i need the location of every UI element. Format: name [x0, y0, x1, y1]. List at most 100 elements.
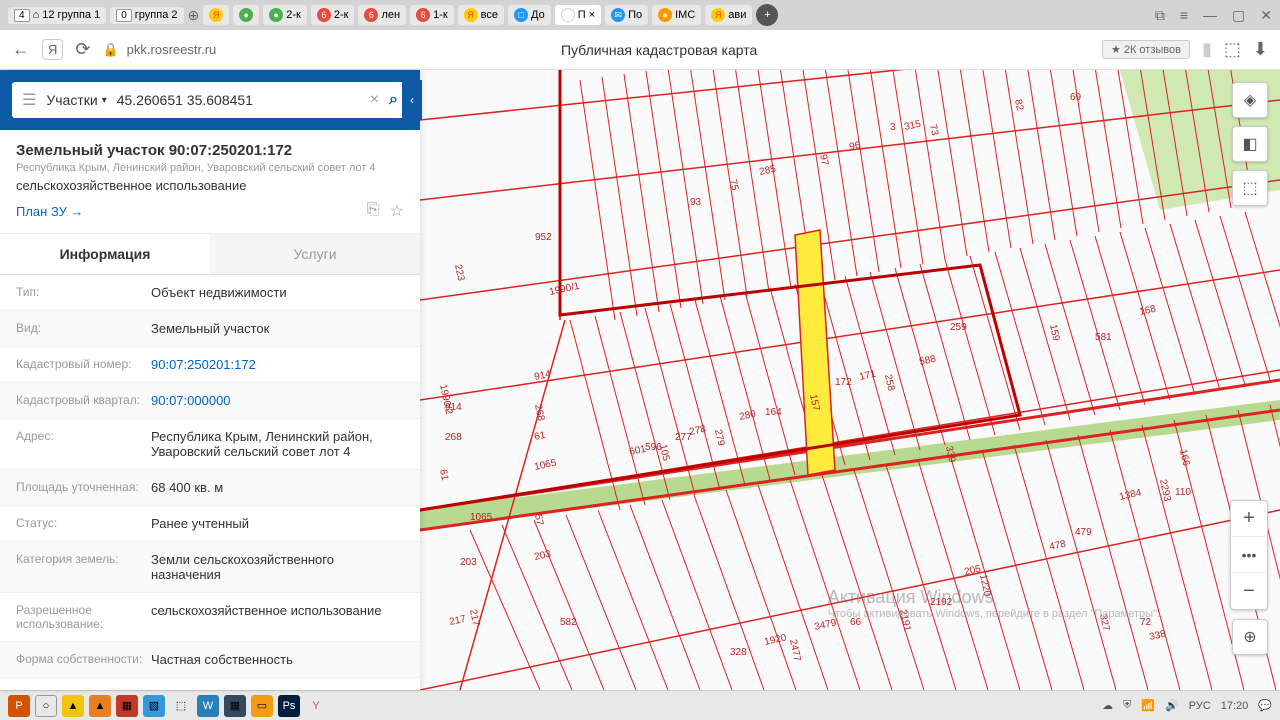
svg-text:96: 96 [848, 140, 862, 153]
svg-text:258: 258 [882, 373, 896, 392]
taskbar-app[interactable]: ▦ [224, 695, 246, 717]
maximize-icon[interactable]: ▢ [1232, 7, 1245, 24]
close-icon[interactable]: ✕ [1260, 7, 1272, 24]
erase-button[interactable]: ◧ [1232, 126, 1268, 162]
info-list[interactable]: Тип:Объект недвижимостиВид:Земельный уча… [0, 275, 420, 690]
zoom-in-button[interactable]: + [1231, 501, 1267, 537]
parcel-title: Земельный участок 90:07:250201:172 [16, 142, 404, 159]
locate-button[interactable]: ⊕ [1232, 619, 1268, 655]
info-value: Земельный участок [151, 321, 404, 336]
hamburger-icon[interactable]: ☰ [22, 90, 36, 110]
svg-text:1065: 1065 [533, 457, 557, 472]
download-icon[interactable]: ⬇ [1253, 39, 1268, 60]
info-value: Частная собственность [151, 652, 404, 667]
collapse-sidebar-button[interactable]: ‹ [402, 80, 422, 120]
back-button[interactable]: ← [12, 39, 30, 60]
taskbar-app[interactable]: ○ [35, 695, 57, 717]
svg-text:3: 3 [890, 122, 896, 133]
taskbar-app[interactable]: ▲ [89, 695, 111, 717]
svg-text:97: 97 [817, 153, 830, 167]
info-row: Кадастровая стоимость:500 688 руб. [0, 678, 420, 690]
taskbar-app[interactable]: P [8, 695, 30, 717]
browser-tab[interactable]: □До [508, 5, 551, 25]
browser-tab[interactable]: 6лен [358, 5, 406, 25]
share-icon[interactable]: ⎘ [367, 201, 380, 221]
taskbar-app[interactable]: W [197, 695, 219, 717]
taskbar-app[interactable]: ▲ [62, 695, 84, 717]
taskbar-app[interactable]: Y [305, 695, 327, 717]
tray-clock[interactable]: 17:20 [1221, 700, 1249, 712]
copy-icon[interactable]: ⧉ [1155, 7, 1165, 24]
taskbar[interactable]: P ○ ▲ ▲ ▦ ▧ ⬚ W ▦ ▭ Ps Y ☁ ⛨ 📶 🔊 РУС 17:… [0, 690, 1280, 720]
taskbar-app[interactable]: ▦ [116, 695, 138, 717]
add-tab-button[interactable]: + [756, 4, 778, 26]
taskbar-app[interactable]: ▭ [251, 695, 273, 717]
svg-text:172: 172 [835, 377, 852, 388]
tray-notifications-icon[interactable]: 💬 [1258, 699, 1272, 712]
info-value[interactable]: 90:07:250201:172 [151, 357, 404, 372]
browser-tab[interactable]: ●IMC [652, 5, 701, 25]
taskbar-app[interactable]: Ps [278, 695, 300, 717]
tray-shield-icon[interactable]: ⛨ [1123, 699, 1131, 712]
taskbar-app[interactable]: ▧ [143, 695, 165, 717]
tab-group-1[interactable]: 4 ⌂ 12 группа 1 [8, 7, 106, 24]
svg-text:82: 82 [1012, 98, 1025, 112]
yandex-home-icon[interactable]: Я [42, 39, 63, 60]
browser-tab[interactable]: Я [203, 5, 229, 25]
info-row: Адрес:Республика Крым, Ленинский район, … [0, 419, 420, 470]
info-row: Площадь уточненная:68 400 кв. м [0, 470, 420, 506]
browser-tab[interactable]: 61-к [410, 5, 454, 25]
zoom-reset-button[interactable]: ••• [1231, 537, 1267, 573]
layers-button[interactable]: ◈ [1232, 82, 1268, 118]
search-input[interactable] [117, 92, 360, 108]
info-label: Кадастровая стоимость: [16, 688, 151, 690]
tray-wifi-icon[interactable]: 📶 [1141, 699, 1155, 712]
taskbar-app[interactable]: ⬚ [170, 695, 192, 717]
system-tray[interactable]: ☁ ⛨ 📶 🔊 РУС 17:20 💬 [1102, 699, 1272, 712]
svg-text:159: 159 [1047, 323, 1061, 342]
tab-group-2[interactable]: 0 группа 2 [110, 7, 183, 24]
search-bar: ☰ Участки ▾ × ⌕ ‹ [0, 70, 420, 130]
extensions-icon[interactable]: ⬚ [1224, 39, 1241, 60]
zoom-out-button[interactable]: − [1231, 573, 1267, 609]
measure-button[interactable]: ⬚ [1232, 170, 1268, 206]
svg-text:1065: 1065 [470, 512, 493, 523]
svg-text:328: 328 [730, 647, 747, 658]
selected-parcel[interactable] [795, 230, 835, 475]
info-row: Форма собственности:Частная собственност… [0, 642, 420, 678]
info-label: Разрешенное использование: [16, 603, 151, 631]
browser-tab[interactable]: Яави [705, 5, 752, 25]
search-type-dropdown[interactable]: Участки ▾ [46, 92, 106, 108]
browser-tab-active[interactable]: ▦П × [555, 5, 601, 25]
clear-icon[interactable]: × [370, 91, 379, 109]
favorite-icon[interactable]: ☆ [390, 201, 404, 221]
menu-icon[interactable]: ≡ [1180, 7, 1188, 24]
reviews-badge[interactable]: ★ 2К отзывов [1102, 40, 1190, 59]
tab-info[interactable]: Информация [0, 234, 210, 274]
bookmark-icon[interactable]: ▮ [1202, 39, 1212, 60]
tray-onedrive-icon[interactable]: ☁ [1102, 699, 1113, 712]
browser-tab[interactable]: ● [233, 5, 259, 25]
browser-tab[interactable]: ✉По [605, 5, 648, 25]
url-field[interactable]: 🔒 pkk.rosreestr.ru Публичная кадастровая… [102, 40, 1190, 59]
minimize-icon[interactable]: — [1203, 7, 1217, 24]
browser-tab[interactable]: ●2-к [263, 5, 307, 25]
info-row: Кадастровый номер:90:07:250201:172 [0, 347, 420, 383]
tab-services[interactable]: Услуги [210, 234, 420, 274]
info-label: Кадастровый номер: [16, 357, 151, 371]
browser-tab[interactable]: Явсе [458, 5, 504, 25]
plan-link[interactable]: План ЗУ → [16, 204, 84, 219]
tray-language[interactable]: РУС [1189, 700, 1211, 712]
reload-button[interactable]: ⟳ [75, 39, 90, 60]
browser-tab[interactable]: 62-к [311, 5, 355, 25]
tray-volume-icon[interactable]: 🔊 [1165, 699, 1179, 712]
info-row: Разрешенное использование:сельскохозяйст… [0, 593, 420, 642]
svg-text:952: 952 [535, 232, 552, 243]
info-value[interactable]: 90:07:000000 [151, 393, 404, 408]
svg-text:588: 588 [918, 354, 937, 368]
svg-text:2477: 2477 [787, 638, 802, 662]
search-icon[interactable]: ⌕ [389, 91, 398, 109]
map-canvas[interactable]: 2239521990/11990/29149142682686161106510… [420, 70, 1280, 690]
new-tab-icon[interactable]: ⊕ [188, 7, 200, 24]
svg-text:57: 57 [532, 513, 545, 527]
